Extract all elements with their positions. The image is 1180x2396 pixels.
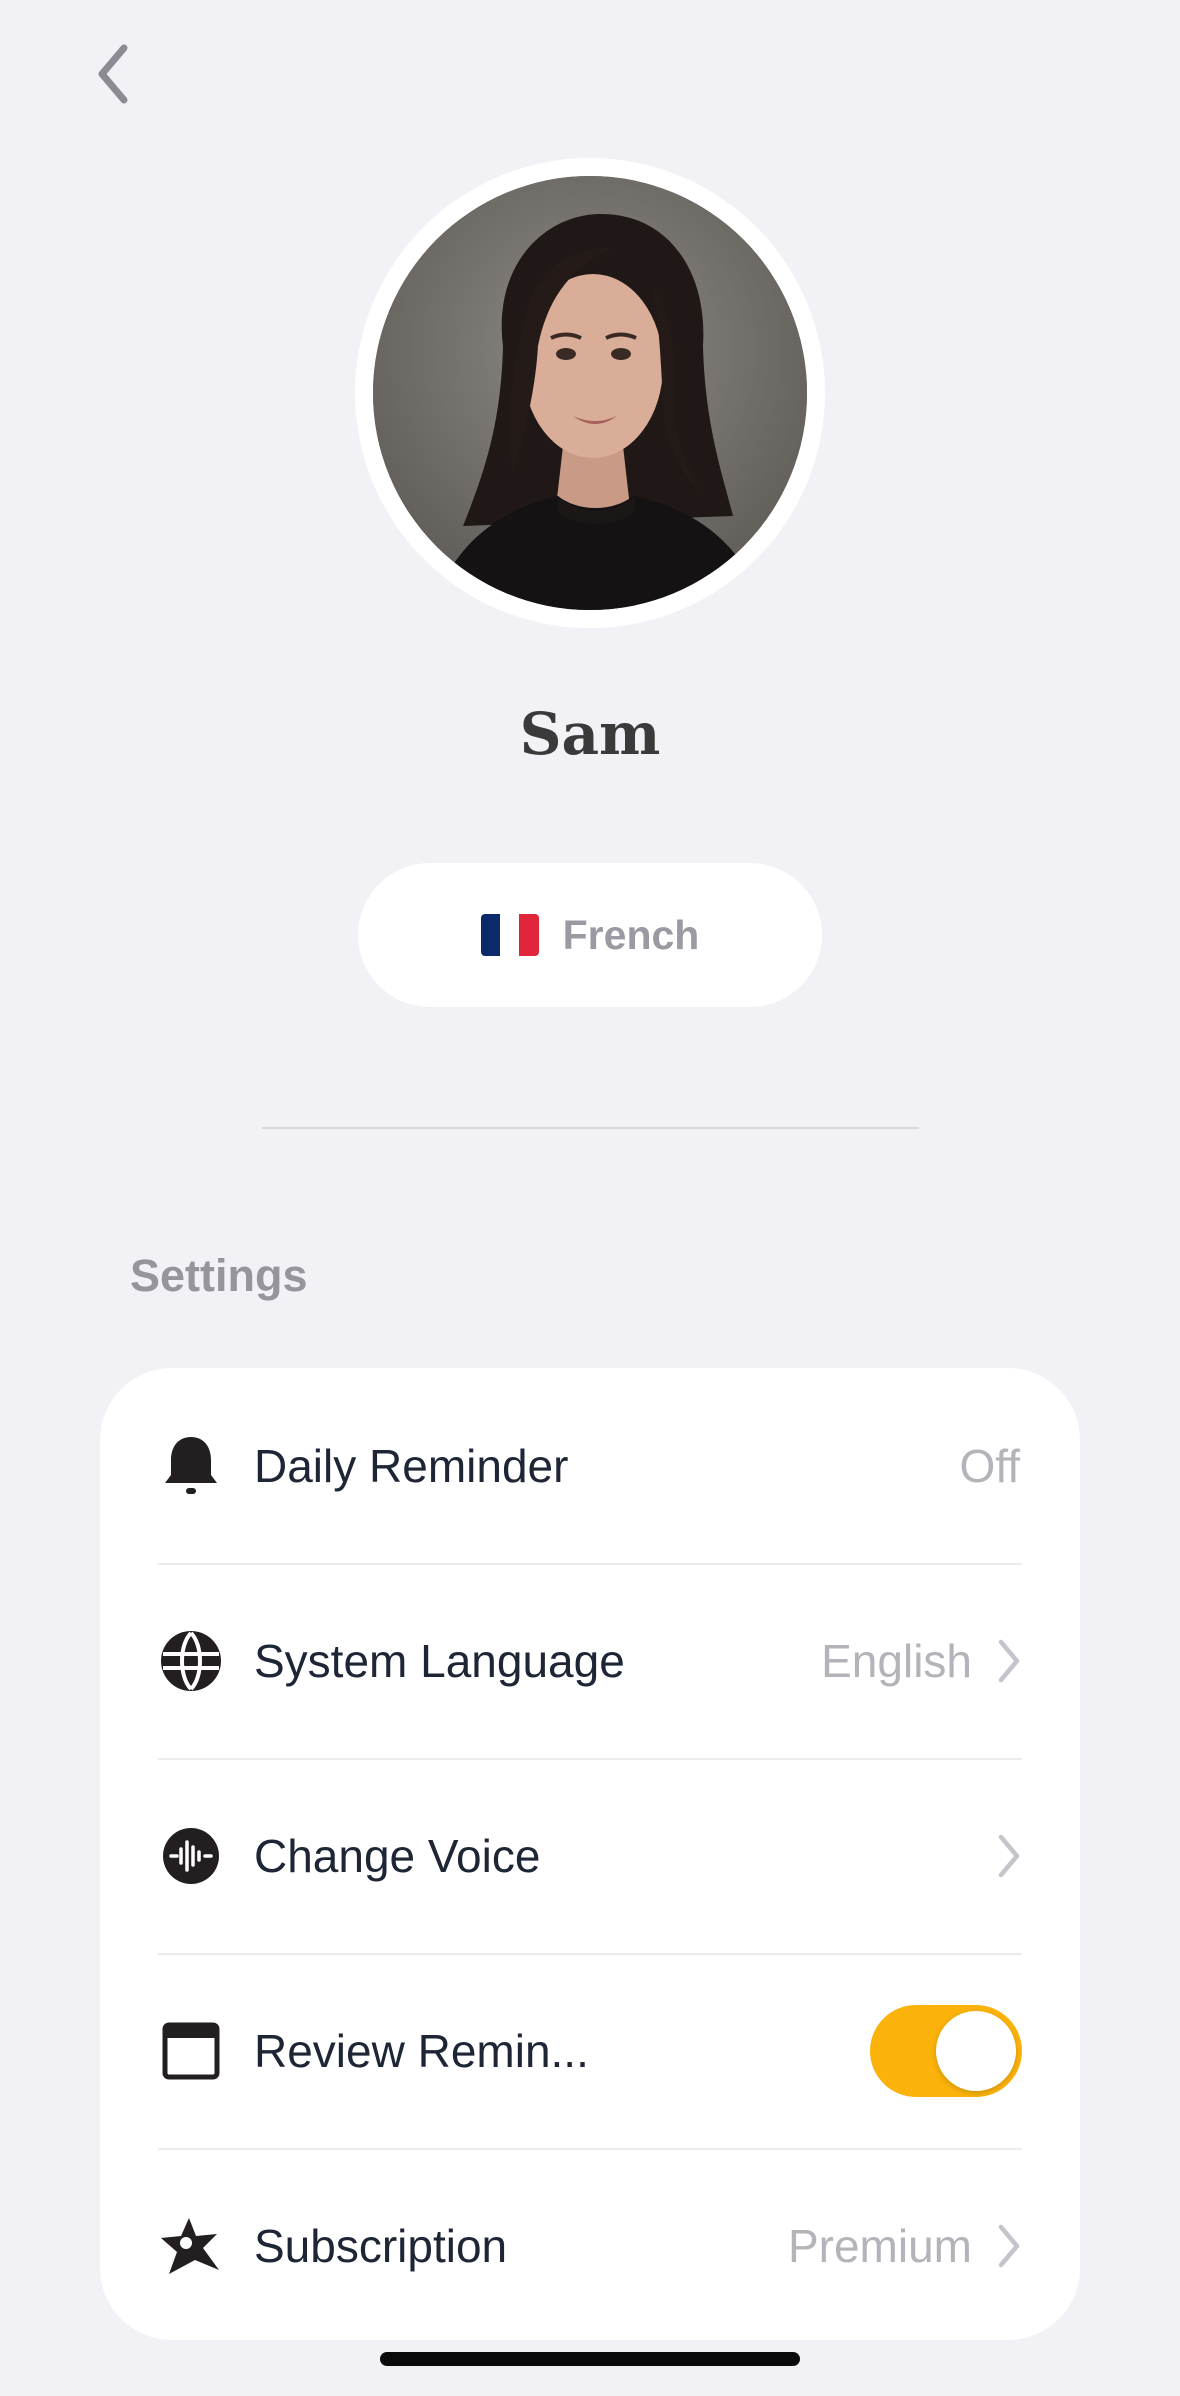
chevron-right-icon [996, 1638, 1022, 1684]
bell-icon [158, 1433, 224, 1499]
portrait-photo [373, 176, 807, 610]
settings-row-review-reminder: Review Remin... [158, 1953, 1022, 2148]
settings-row-label: Change Voice [254, 1829, 541, 1882]
star-badge-icon [158, 2213, 224, 2279]
voice-waveform-icon [158, 1823, 224, 1889]
settings-row-system-language[interactable]: System Language English [158, 1563, 1022, 1758]
chevron-left-icon [98, 44, 128, 104]
home-indicator [380, 2352, 800, 2366]
divider [262, 1127, 919, 1129]
calendar-window-icon [158, 2018, 224, 2084]
settings-card: Daily Reminder Off System Language Engli… [100, 1368, 1080, 2340]
settings-row-label: System Language [254, 1634, 625, 1687]
settings-row-value: Premium [787, 2219, 972, 2272]
settings-row-label: Subscription [254, 2219, 508, 2272]
review-reminder-toggle[interactable] [870, 2004, 1022, 2097]
profile-name: Sam [519, 700, 661, 768]
avatar[interactable] [373, 176, 807, 610]
settings-row-change-voice[interactable]: Change Voice [158, 1758, 1022, 1953]
settings-row-subscription[interactable]: Subscription Premium [158, 2148, 1022, 2343]
learning-language-label: French [562, 911, 700, 958]
chevron-right-icon [996, 1833, 1022, 1879]
toggle-knob [936, 2010, 1016, 2091]
learning-language-button[interactable]: French [358, 863, 822, 1007]
chevron-right-icon [996, 2223, 1022, 2269]
back-button[interactable] [88, 40, 138, 108]
settings-row-value: Off [959, 1439, 1020, 1492]
settings-row-value: English [821, 1634, 972, 1687]
settings-row-daily-reminder[interactable]: Daily Reminder Off [158, 1368, 1022, 1563]
globe-icon [158, 1628, 224, 1694]
avatar-ring [355, 158, 825, 628]
settings-section-title: Settings [130, 1250, 308, 1301]
settings-row-label: Review Remin... [254, 2024, 589, 2077]
france-flag-icon [480, 914, 539, 956]
settings-row-label: Daily Reminder [254, 1439, 569, 1492]
